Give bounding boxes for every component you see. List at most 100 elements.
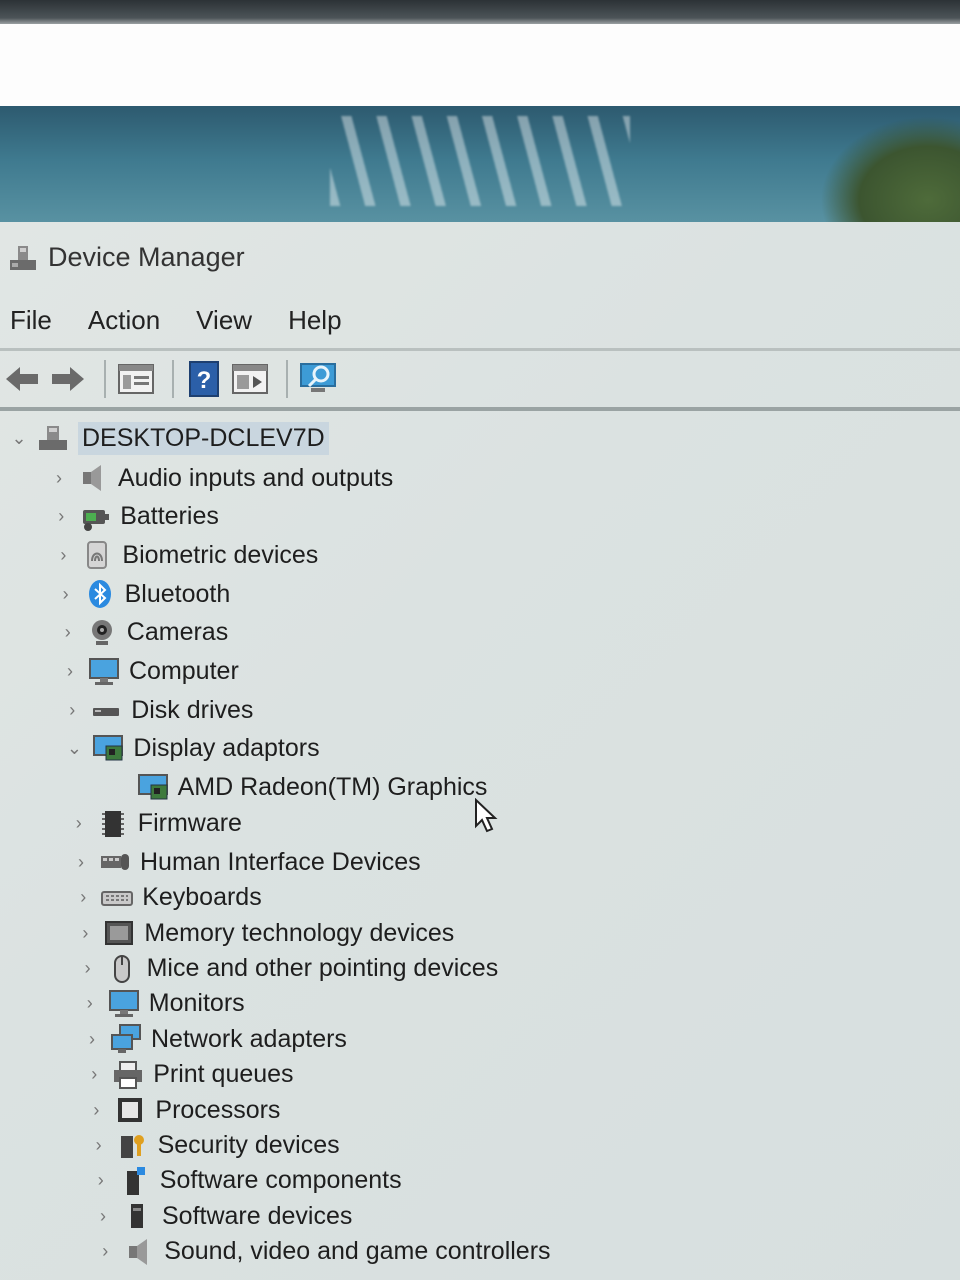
tree-category[interactable]: › Monitors — [79, 985, 245, 1023]
forward-button[interactable] — [48, 359, 88, 399]
chevron-right-icon[interactable]: › — [61, 700, 83, 721]
mouse-cursor-icon — [475, 798, 498, 833]
paper-strip — [0, 24, 960, 110]
help-button[interactable]: ? — [184, 359, 224, 399]
firmware-icon — [96, 807, 130, 841]
tree-category-label: Firmware — [137, 809, 242, 838]
chevron-right-icon[interactable]: › — [55, 584, 77, 605]
title-bar[interactable]: Device Manager — [0, 222, 960, 292]
chevron-right-icon[interactable]: › — [83, 1064, 105, 1085]
tree-category[interactable]: › Batteries — [50, 498, 219, 536]
chevron-right-icon[interactable]: › — [68, 813, 90, 834]
tree-category-label: Batteries — [120, 502, 219, 531]
tree-category-label: Display adaptors — [133, 734, 320, 763]
tree-category[interactable]: › Cameras — [57, 614, 228, 652]
chevron-right-icon[interactable]: › — [48, 468, 70, 489]
tree-category[interactable]: › Processors — [85, 1091, 280, 1129]
tree-category[interactable]: › Computer — [59, 653, 239, 691]
tree-category-label: Disk drives — [131, 695, 254, 724]
chevron-right-icon[interactable]: › — [72, 887, 94, 908]
tree-category[interactable]: › Network adapters — [81, 1020, 347, 1058]
chevron-right-icon[interactable]: › — [77, 958, 99, 979]
tree-device-label: AMD Radeon(TM) Graphics — [177, 773, 488, 802]
toolbar-separator — [104, 360, 106, 398]
tree-category[interactable]: › Keyboards — [72, 879, 262, 917]
monitor-icon — [87, 655, 121, 689]
chevron-right-icon[interactable]: › — [94, 1241, 116, 1262]
tree-category[interactable]: › Print queues — [83, 1056, 294, 1094]
software-device-icon — [120, 1199, 154, 1233]
chevron-down-icon[interactable]: ⌄ — [8, 428, 30, 449]
tree-category[interactable]: › Security devices — [88, 1127, 340, 1165]
desktop-wallpaper — [0, 106, 960, 226]
tree-category-label: Sound, video and game controllers — [164, 1237, 551, 1266]
tree-category-label: Processors — [155, 1095, 281, 1124]
tree-category-label: Software devices — [162, 1201, 353, 1230]
chevron-right-icon[interactable]: › — [50, 506, 72, 527]
tree-category-label: Human Interface Devices — [140, 847, 421, 876]
speaker-icon — [122, 1235, 156, 1269]
tree-category[interactable]: › Audio inputs and outputs — [48, 459, 393, 497]
tree-category-label: Biometric devices — [122, 540, 319, 569]
menu-action[interactable]: Action — [88, 305, 160, 336]
tree-category[interactable]: › Software components — [90, 1162, 402, 1200]
tree-category[interactable]: › Sound, video and game controllers — [94, 1233, 550, 1271]
chevron-right-icon[interactable]: › — [59, 661, 81, 682]
display-adapter-icon — [91, 732, 125, 766]
tree-category-label: Memory technology devices — [144, 918, 455, 947]
chevron-right-icon[interactable]: › — [70, 852, 92, 873]
memory-icon — [102, 916, 136, 950]
svg-text:?: ? — [197, 367, 212, 394]
tree-device[interactable]: AMD Radeon(TM) Graphics — [108, 769, 488, 807]
tree-category[interactable]: › Disk drives — [61, 691, 253, 729]
computer-tree-icon — [36, 421, 70, 455]
update-driver-icon — [232, 364, 268, 394]
tree-category-label: Cameras — [126, 618, 229, 647]
toolbar: ? — [0, 348, 960, 411]
monitor-icon — [107, 987, 141, 1021]
tree-category[interactable]: › Firmware — [68, 805, 242, 843]
tree-category[interactable]: › Biometric devices — [52, 536, 318, 574]
mouse-icon — [105, 952, 139, 986]
battery-icon — [78, 500, 112, 534]
properties-button[interactable] — [116, 359, 156, 399]
camera-icon — [85, 616, 119, 650]
menu-view[interactable]: View — [196, 305, 252, 336]
toolbar-separator — [172, 360, 174, 398]
speaker-icon — [76, 461, 110, 495]
menu-bar: File Action View Help — [0, 292, 960, 348]
tree-category-label: Keyboards — [142, 883, 262, 912]
chevron-right-icon[interactable]: › — [74, 923, 96, 944]
tree-category[interactable]: › Mice and other pointing devices — [77, 950, 498, 988]
update-driver-button[interactable] — [230, 359, 270, 399]
chevron-right-icon[interactable]: › — [88, 1135, 110, 1156]
chevron-right-icon[interactable]: › — [85, 1100, 107, 1121]
chevron-right-icon[interactable]: › — [52, 545, 74, 566]
chevron-right-icon[interactable]: › — [92, 1206, 114, 1227]
tree-category[interactable]: › Bluetooth — [55, 575, 231, 613]
tree-category[interactable]: › Memory technology devices — [74, 914, 454, 952]
tree-category-label: Audio inputs and outputs — [118, 463, 394, 492]
tree-category-label: Security devices — [157, 1131, 340, 1159]
scan-hardware-button[interactable] — [298, 359, 338, 399]
back-button[interactable] — [2, 359, 42, 399]
menu-file[interactable]: File — [10, 305, 52, 336]
device-tree: ⌄ DESKTOP-DCLEV7D › Audio inputs and outp… — [0, 411, 960, 1265]
disk-drive-icon — [89, 693, 123, 727]
wallpaper-cliff — [820, 116, 960, 226]
chevron-down-icon[interactable]: ⌄ — [63, 738, 85, 759]
tree-category[interactable]: ⌄ Display adaptors — [63, 730, 320, 768]
tree-category[interactable]: › Software devices — [92, 1197, 352, 1235]
bluetooth-icon — [83, 577, 117, 611]
tree-category-label: Bluetooth — [124, 579, 231, 608]
chevron-right-icon[interactable]: › — [79, 993, 101, 1014]
menu-help[interactable]: Help — [288, 305, 341, 336]
chevron-right-icon[interactable]: › — [57, 622, 79, 643]
tree-root[interactable]: ⌄ DESKTOP-DCLEV7D — [8, 419, 329, 457]
tree-category[interactable]: › Human Interface Devices — [70, 843, 421, 881]
device-manager-app-icon — [6, 240, 40, 274]
processor-icon — [113, 1093, 147, 1127]
hid-icon — [98, 845, 132, 879]
chevron-right-icon[interactable]: › — [81, 1029, 103, 1050]
chevron-right-icon[interactable]: › — [90, 1170, 112, 1191]
